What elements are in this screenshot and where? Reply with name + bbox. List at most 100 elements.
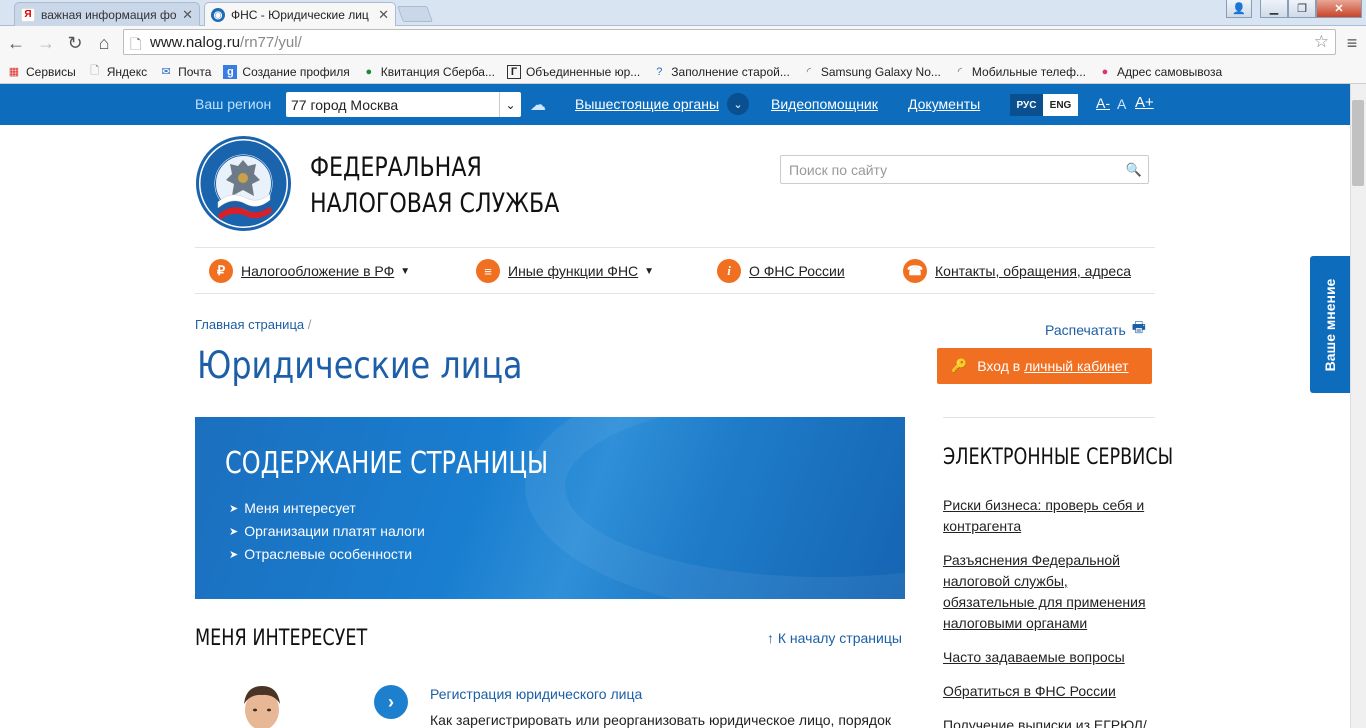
bookmark-item[interactable]: ● Квитанция Сберба... bbox=[362, 65, 495, 79]
bookmark-item[interactable]: ● Адрес самовывоза bbox=[1098, 64, 1223, 79]
page-icon: 🗋 bbox=[130, 36, 142, 52]
chevron-down-icon: ▼ bbox=[400, 265, 411, 277]
chevron-right-icon[interactable]: › bbox=[374, 685, 408, 719]
address-bar[interactable]: 🗋 www.nalog.ru/rn77/yul/ ☆ bbox=[123, 29, 1336, 55]
menu-label: Налогообложение в РФ bbox=[241, 263, 395, 279]
printer-icon: 🖶 bbox=[1131, 319, 1146, 336]
print-button[interactable]: Распечатать 🖶 bbox=[1045, 317, 1146, 342]
menu-icon[interactable]: ≡ bbox=[1340, 31, 1364, 55]
bookmark-item[interactable]: ✉ Почта bbox=[159, 65, 211, 79]
link-video-assistant[interactable]: Видеопомощник bbox=[771, 96, 878, 112]
bookmark-label: Яндекс bbox=[106, 64, 148, 79]
window-close-button[interactable]: ✕ bbox=[1316, 0, 1362, 18]
bookmark-item[interactable]: 🗋 Яндекс bbox=[88, 65, 147, 79]
tab-title: важная информация фо bbox=[41, 7, 177, 22]
google-icon: g bbox=[223, 64, 238, 79]
loading-icon: ◜ bbox=[806, 66, 811, 78]
bookmark-item[interactable]: ? Заполнение старой... bbox=[652, 65, 790, 79]
fns-logo[interactable] bbox=[196, 136, 291, 231]
arrow-right-icon: ➤ bbox=[229, 548, 239, 561]
forward-icon[interactable]: → bbox=[34, 31, 58, 55]
menu-item-taxation[interactable]: ₽ Налогообложение в РФ ▼ bbox=[209, 259, 410, 283]
arrow-right-icon: ➤ bbox=[229, 525, 239, 538]
bookmark-label: Почта bbox=[178, 64, 212, 79]
ruble-icon: ₽ bbox=[209, 259, 233, 283]
feedback-label: Ваше мнение bbox=[1322, 278, 1338, 371]
service-link[interactable]: Получение выписки из ЕГРЮЛ/ bbox=[943, 715, 1158, 728]
bookmark-label: Объединенные юр... bbox=[525, 64, 641, 79]
service-link[interactable]: Разъяснения Федеральной налоговой службы… bbox=[943, 550, 1158, 634]
menu-label: О ФНС России bbox=[749, 263, 845, 279]
loading-icon: ◜ bbox=[957, 66, 963, 78]
brand-title-line2: НАЛОГОВАЯ СЛУЖБА bbox=[310, 188, 560, 219]
user-icon[interactable]: 👤 bbox=[1226, 0, 1252, 18]
back-to-top-link[interactable]: ↑ К началу страницы bbox=[767, 630, 902, 646]
browser-tab-1[interactable]: Я важная информация фо ✕ bbox=[14, 2, 200, 26]
bookmark-item[interactable]: ◜ Мобильные телеф... bbox=[953, 65, 1086, 79]
menu-item-other-functions[interactable]: ≡ Иные функции ФНС ▼ bbox=[476, 259, 654, 283]
bookmark-item[interactable]: Г Объединенные юр... bbox=[506, 64, 641, 79]
page-title: Юридические лица bbox=[197, 344, 523, 387]
link-higher-authorities[interactable]: Вышестоящие органы bbox=[575, 96, 719, 112]
service-link[interactable]: Обратиться в ФНС России bbox=[943, 681, 1158, 702]
new-tab-button[interactable] bbox=[397, 6, 433, 22]
russia-map-icon: ☁ bbox=[530, 97, 546, 114]
contents-link[interactable]: ➤ Отраслевые особенности bbox=[229, 546, 412, 562]
brand-title-line1: ФЕДЕРАЛЬНАЯ bbox=[310, 152, 482, 183]
region-label: Ваш регион bbox=[195, 96, 272, 112]
bookmark-label: Мобильные телеф... bbox=[971, 64, 1086, 79]
service-link[interactable]: Риски бизнеса: проверь себя и контрагент… bbox=[943, 495, 1158, 537]
font-larger-button[interactable]: A+ bbox=[1135, 94, 1154, 111]
home-icon[interactable]: ⌂ bbox=[92, 31, 116, 55]
feedback-button[interactable]: Ваше мнение bbox=[1310, 256, 1350, 393]
star-icon[interactable]: ☆ bbox=[1314, 32, 1329, 52]
font-smaller-button[interactable]: A- bbox=[1096, 95, 1110, 111]
phone-icon: ☎ bbox=[903, 259, 927, 283]
close-icon[interactable]: ✕ bbox=[378, 7, 389, 23]
print-label: Распечатать bbox=[1045, 321, 1126, 338]
bookmark-item[interactable]: ▦ Сервисы bbox=[7, 65, 76, 79]
page-icon: 🗋 bbox=[90, 65, 100, 77]
back-icon[interactable]: ← bbox=[4, 31, 28, 55]
menu-label: Контакты, обращения, адреса bbox=[935, 263, 1131, 279]
person-photo bbox=[244, 686, 280, 728]
contents-link[interactable]: ➤ Меня интересует bbox=[229, 500, 356, 516]
reload-icon[interactable]: ↻ bbox=[63, 31, 87, 55]
bookmark-item[interactable]: g Создание профиля bbox=[223, 64, 350, 79]
site-search-input[interactable]: Поиск по сайту 🔍 bbox=[780, 155, 1149, 184]
registration-link[interactable]: Регистрация юридического лица bbox=[430, 686, 642, 702]
scrollbar-thumb[interactable] bbox=[1352, 100, 1364, 186]
region-select[interactable]: 77 город Москва ⌄ bbox=[286, 92, 521, 117]
link-documents[interactable]: Документы bbox=[908, 96, 980, 112]
banner-decoration bbox=[525, 417, 905, 599]
minimize-button[interactable]: ▁ bbox=[1260, 0, 1288, 18]
breadcrumb-home-link[interactable]: Главная страница bbox=[195, 317, 304, 332]
sberbank-icon: ● bbox=[365, 65, 373, 78]
menu-item-contacts[interactable]: ☎ Контакты, обращения, адреса bbox=[903, 259, 1131, 283]
list-icon: ≡ bbox=[476, 259, 500, 283]
cabinet-link: личный кабинет bbox=[1024, 358, 1129, 374]
key-icon: 🔑 bbox=[951, 358, 968, 373]
maximize-button[interactable]: ❐ bbox=[1288, 0, 1316, 18]
bookmark-label: Samsung Galaxy No... bbox=[820, 64, 941, 79]
lang-en-button[interactable]: ENG bbox=[1043, 94, 1078, 116]
search-icon[interactable]: 🔍 bbox=[1126, 162, 1142, 178]
bookmark-item[interactable]: ◜ Samsung Galaxy No... bbox=[802, 65, 941, 79]
bookmark-label: Сервисы bbox=[26, 64, 76, 79]
personal-cabinet-button[interactable]: 🔑 Вход в личный кабинет bbox=[937, 348, 1152, 384]
font-normal-button[interactable]: A bbox=[1117, 96, 1126, 112]
close-icon[interactable]: ✕ bbox=[182, 7, 193, 23]
chevron-down-icon[interactable]: ⌄ bbox=[727, 93, 749, 115]
contents-link[interactable]: ➤ Организации платят налоги bbox=[229, 523, 425, 539]
browser-tab-2[interactable]: ◉ ФНС - Юридические лиц ✕ bbox=[204, 2, 396, 27]
bookmark-label: Заполнение старой... bbox=[671, 64, 790, 79]
info-icon: i bbox=[717, 259, 741, 283]
url-path: /rn77/yul/ bbox=[240, 33, 302, 51]
breadcrumb: Главная страница / bbox=[195, 317, 311, 332]
apps-icon: ▦ bbox=[8, 66, 20, 78]
service-link[interactable]: Часто задаваемые вопросы bbox=[943, 647, 1158, 668]
doc-icon: Г bbox=[506, 64, 521, 79]
menu-item-about[interactable]: i О ФНС России bbox=[717, 259, 845, 283]
bookmark-label: Адрес самовывоза bbox=[1116, 64, 1223, 79]
lang-ru-button[interactable]: РУС bbox=[1010, 94, 1043, 116]
